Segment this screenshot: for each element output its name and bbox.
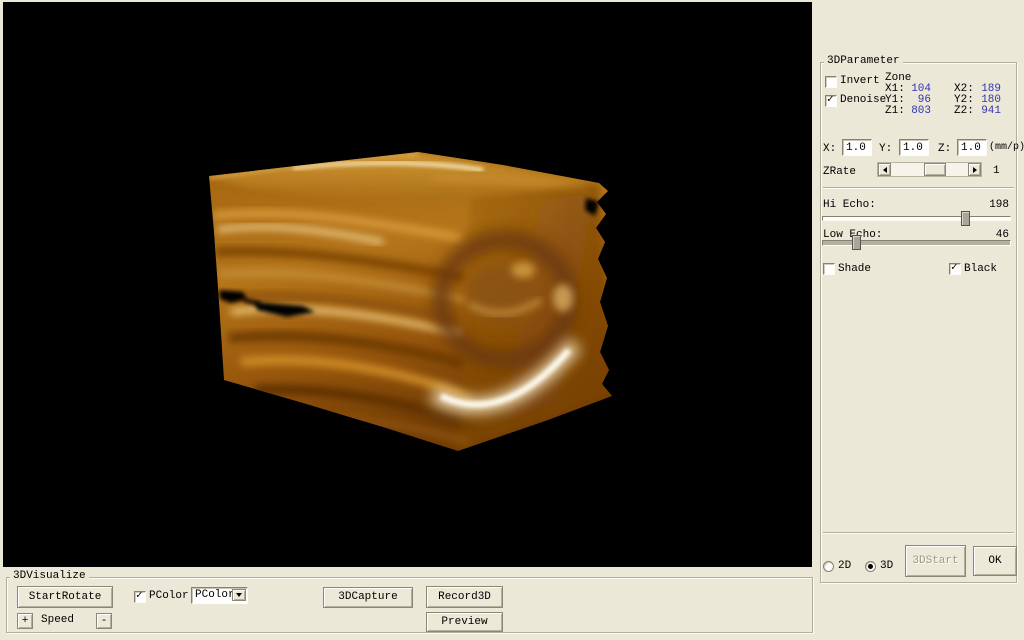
zone-z1-value: 803	[893, 105, 931, 118]
start-3d-button[interactable]: 3DStart	[905, 545, 966, 577]
zrate-label: ZRate	[823, 166, 856, 179]
pcolor-dropdown-value: PColor	[195, 589, 235, 602]
scale-x-input[interactable]	[842, 139, 872, 156]
hi-echo-slider-thumb[interactable]	[961, 211, 970, 226]
pcolor-checkbox[interactable]	[134, 591, 146, 603]
scale-z-input[interactable]	[957, 139, 987, 156]
speed-minus-button[interactable]: -	[96, 613, 112, 629]
scale-z-label: Z:	[938, 143, 951, 156]
scale-unit-label: (mm/p)	[989, 141, 1024, 154]
low-echo-slider-thumb[interactable]	[852, 235, 861, 250]
zrate-value: 1	[993, 165, 1000, 178]
preview-button[interactable]: Preview	[426, 612, 503, 632]
shade-checkbox[interactable]	[823, 263, 835, 275]
record-3d-button[interactable]: Record3D	[426, 586, 503, 608]
parameter-group-title: 3DParameter	[824, 55, 903, 68]
chevron-down-icon	[236, 593, 242, 597]
visualize-groupbox: 3DVisualize StartRotate PColor PColor + …	[6, 577, 813, 633]
mode-2d-radio[interactable]	[823, 561, 834, 572]
denoise-label: Denoise	[840, 94, 886, 107]
black-label: Black	[964, 263, 997, 276]
scale-x-label: X:	[823, 143, 836, 156]
visualize-group-title: 3DVisualize	[10, 570, 89, 583]
ok-button[interactable]: OK	[973, 546, 1017, 576]
black-checkbox[interactable]	[949, 263, 961, 275]
start-rotate-button[interactable]: StartRotate	[17, 586, 113, 608]
low-echo-slider-track[interactable]	[822, 240, 1011, 246]
zone-z2-value: 941	[963, 105, 1001, 118]
arrow-right-icon	[973, 167, 977, 173]
zrate-scrollbar[interactable]	[877, 162, 982, 177]
app-window: { "colors": { "panel_bg": "#ebe8d8", "vi…	[0, 0, 1024, 640]
mode-3d-radio[interactable]	[865, 561, 876, 572]
invert-checkbox[interactable]	[825, 76, 837, 88]
invert-label: Invert	[840, 75, 880, 88]
zrate-scroll-thumb[interactable]	[924, 163, 946, 176]
mode-3d-label: 3D	[880, 560, 893, 573]
zrate-scroll-left-button[interactable]	[878, 163, 891, 176]
zrate-scroll-right-button[interactable]	[968, 163, 981, 176]
pcolor-checkbox-label: PColor	[149, 590, 189, 603]
parameter-groupbox: 3DParameter Invert Denoise Zone X1: 104 …	[820, 62, 1017, 583]
shade-label: Shade	[838, 263, 871, 276]
denoise-checkbox[interactable]	[825, 95, 837, 107]
separator-line	[823, 187, 1014, 189]
hi-echo-label: Hi Echo:	[823, 199, 876, 212]
separator-line	[823, 532, 1014, 534]
mode-2d-label: 2D	[838, 560, 851, 573]
hi-echo-value: 198	[941, 199, 1009, 212]
arrow-left-icon	[883, 167, 887, 173]
scale-y-label: Y:	[879, 143, 892, 156]
scale-y-input[interactable]	[899, 139, 929, 156]
pcolor-dropdown-button[interactable]	[232, 589, 246, 601]
speed-label: Speed	[41, 614, 74, 627]
render-viewport[interactable]	[3, 2, 812, 567]
pcolor-dropdown[interactable]: PColor	[191, 587, 248, 604]
capture-3d-button[interactable]: 3DCapture	[323, 587, 413, 608]
speed-plus-button[interactable]: +	[17, 613, 33, 629]
hi-echo-slider-track[interactable]	[822, 216, 1011, 221]
volume-render-3d	[3, 2, 812, 567]
